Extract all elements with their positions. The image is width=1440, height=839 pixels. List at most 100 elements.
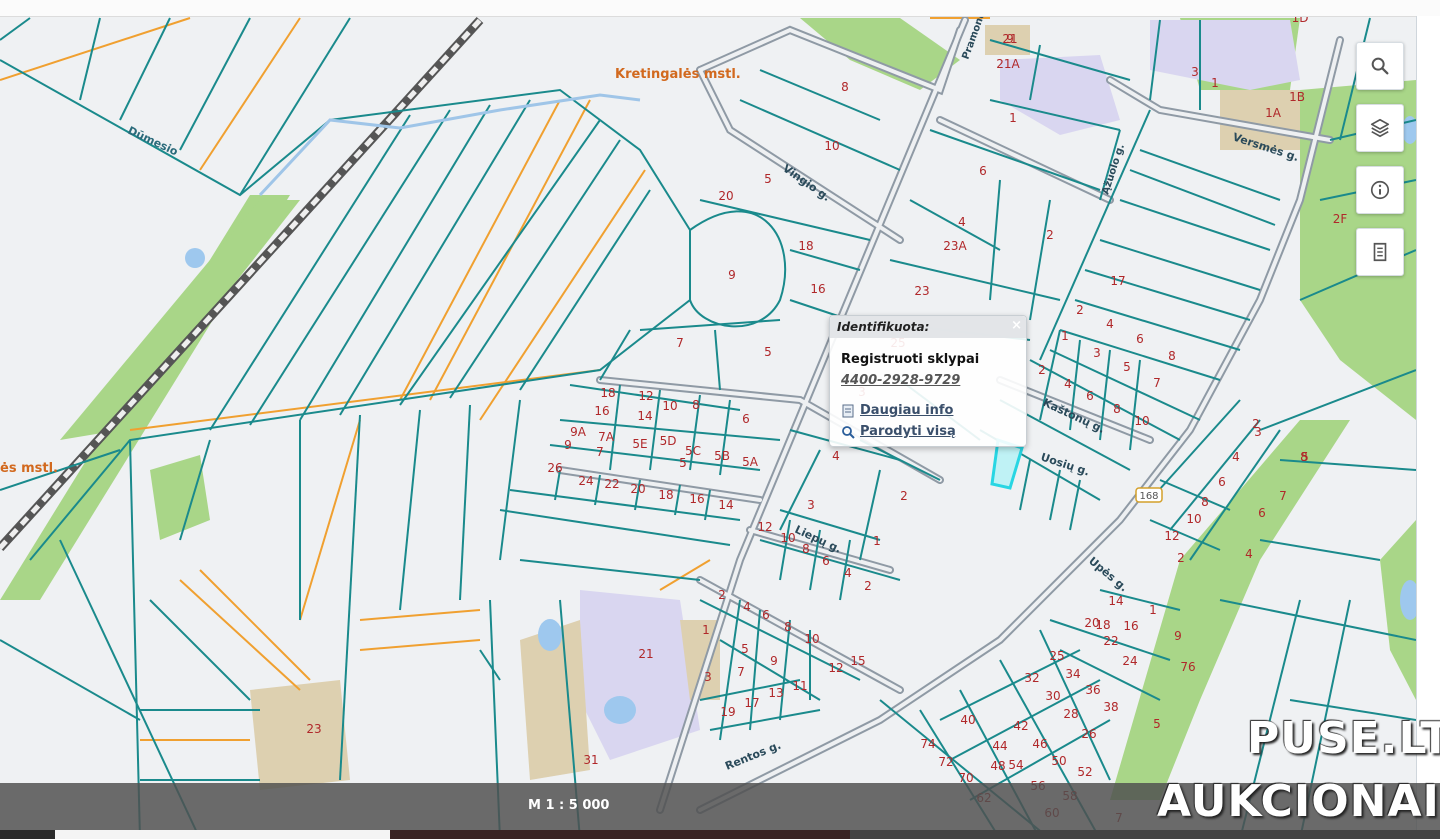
parcel-number-label: 10 <box>662 399 677 413</box>
parcel-number-label: 5C <box>685 444 701 458</box>
parcel-number-label: 17 <box>1110 274 1125 288</box>
parcel-number-label: 52 <box>1077 765 1092 779</box>
parcel-number-label: 18 <box>798 239 813 253</box>
parcel-number-label: 31 <box>583 753 598 767</box>
parcel-number-label: 72 <box>938 755 953 769</box>
parcel-number-label: 10 <box>1186 512 1201 526</box>
parcel-number-label: 8 <box>1113 402 1121 416</box>
parcel-number-label: 3 <box>1191 65 1199 79</box>
search-icon <box>1371 57 1389 75</box>
strip-segment <box>0 830 55 839</box>
parcel-number-label: 4 <box>1245 547 1253 561</box>
parcel-number-label: 4 <box>844 566 852 580</box>
parcel-number-label: 2 <box>900 489 908 503</box>
top-toolbar-strip <box>0 0 1440 17</box>
parcel-number-label: 1 <box>873 534 881 548</box>
close-icon[interactable]: × <box>1011 318 1022 333</box>
parcel-number-label: 6 <box>742 412 750 426</box>
parcel-number-label: 2F <box>1333 212 1348 226</box>
parcel-number-label: 1 <box>1061 329 1069 343</box>
parcel-number-label: 7 <box>737 665 745 679</box>
parcel-number-label: 20 <box>1084 616 1099 630</box>
parcel-number-label: 12 <box>757 520 772 534</box>
parcel-number-label: 1B <box>1289 90 1305 104</box>
parcel-number-label: 24 <box>578 474 593 488</box>
more-info-link[interactable]: Daugiau info <box>841 403 953 418</box>
parcel-number-label: 5D <box>660 434 677 448</box>
strip-segment <box>850 830 1440 839</box>
parcel-number-label: 8 <box>802 542 810 556</box>
parcel-number-label: 11 <box>792 679 807 693</box>
parcel-number-label: 21A <box>996 57 1020 71</box>
parcel-number-label: 6 <box>1136 332 1144 346</box>
more-info-label: Daugiau info <box>860 403 954 418</box>
parcel-number-label: 22 <box>604 477 619 491</box>
search-button[interactable] <box>1356 42 1404 90</box>
parcel-number-label: 16 <box>594 404 609 418</box>
parcel-number-label: 7 <box>1153 376 1161 390</box>
parcel-number-label: 26 <box>1081 727 1096 741</box>
parcel-number-label: 14 <box>637 409 652 423</box>
parcel-number-label: 24 <box>1122 654 1137 668</box>
watermark-line1: PUSE.LT <box>1247 713 1440 764</box>
parcel-number-label: 7 <box>1279 489 1287 503</box>
parcel-number-label: 4 <box>832 449 840 463</box>
parcel-number-label: 28 <box>1063 707 1078 721</box>
parcel-number-label: 9 <box>770 654 778 668</box>
parcel-number-label: 5A <box>742 455 759 469</box>
parcel-number-label: 2 <box>1038 363 1046 377</box>
parcel-number-label: 76 <box>1180 660 1195 674</box>
map-scale: M 1 : 5 000 <box>528 798 610 813</box>
info-button[interactable] <box>1356 166 1404 214</box>
legend-button[interactable] <box>1356 228 1404 276</box>
parcel-number-label: 10 <box>804 632 819 646</box>
parcel-number-label: 19 <box>720 705 735 719</box>
parcel-number-label: 26 <box>547 461 562 475</box>
parcel-number-label: 23A <box>943 239 967 253</box>
parcel-number-label: 20 <box>718 189 733 203</box>
parcel-number-label: 3 <box>704 670 712 684</box>
parcel-number-label: 7 <box>596 445 604 459</box>
parcel-number-label: 2 <box>864 579 872 593</box>
parcel-number-label: 25 <box>1049 649 1064 663</box>
parcel-number-label: 34 <box>1065 667 1080 681</box>
parcel-number-label: 32 <box>1024 671 1039 685</box>
parcel-number-label: 1 <box>702 623 710 637</box>
parcel-number-label: 9A <box>570 425 587 439</box>
parcel-number-label: 4 <box>1106 317 1114 331</box>
magnifier-icon <box>842 425 855 439</box>
cadastral-map[interactable]: 2121A11D311B1A8105206423A181692321775253… <box>0 0 1416 839</box>
parcel-number-label: 8 <box>1201 495 1209 509</box>
show-all-label: Parodyti visą <box>860 424 956 439</box>
parcel-number-label: 14 <box>1108 594 1123 608</box>
parcel-number-label: 9 <box>564 438 572 452</box>
parcel-number-label: 42 <box>1013 719 1028 733</box>
parcel-number-link[interactable]: 4400-2928-9729 <box>841 373 960 388</box>
parcel-number-label: 14 <box>718 498 733 512</box>
parcel-number-label: 2 <box>1177 551 1185 565</box>
parcel-number-label: 23 <box>914 284 929 298</box>
parcel-number-label: 38 <box>1103 700 1118 714</box>
parcel-number-label: 22 <box>1103 634 1118 648</box>
parcel-number-label: 16 <box>810 282 825 296</box>
popup-title: Registruoti sklypai <box>841 352 980 367</box>
show-all-link[interactable]: Parodyti visą <box>841 424 956 439</box>
parcel-number-label: 3 <box>807 498 815 512</box>
parcel-number-label: 8 <box>784 620 792 634</box>
parcel-number-label: 46 <box>1032 737 1047 751</box>
road-number-badge: 168 <box>1135 487 1163 503</box>
parcel-number-label: 5 <box>741 642 749 656</box>
parcel-number-label: 16 <box>689 492 704 506</box>
parcel-number-label: 1 <box>1149 603 1157 617</box>
parcel-number-label: 12 <box>828 661 843 675</box>
parcel-number-label: 1A <box>1265 106 1282 120</box>
layers-button[interactable] <box>1356 104 1404 152</box>
parcel-number-label: 21 <box>638 647 653 661</box>
parcel-number-label: 9 <box>728 268 736 282</box>
parcel-number-label: 9 <box>1174 629 1182 643</box>
parcel-number-label: 10 <box>1134 414 1149 428</box>
parcel-number-label: 5 <box>1301 450 1309 464</box>
parcel-number-label: 15 <box>850 654 865 668</box>
info-icon <box>1370 180 1390 200</box>
parcel-number-label: 2 <box>718 588 726 602</box>
